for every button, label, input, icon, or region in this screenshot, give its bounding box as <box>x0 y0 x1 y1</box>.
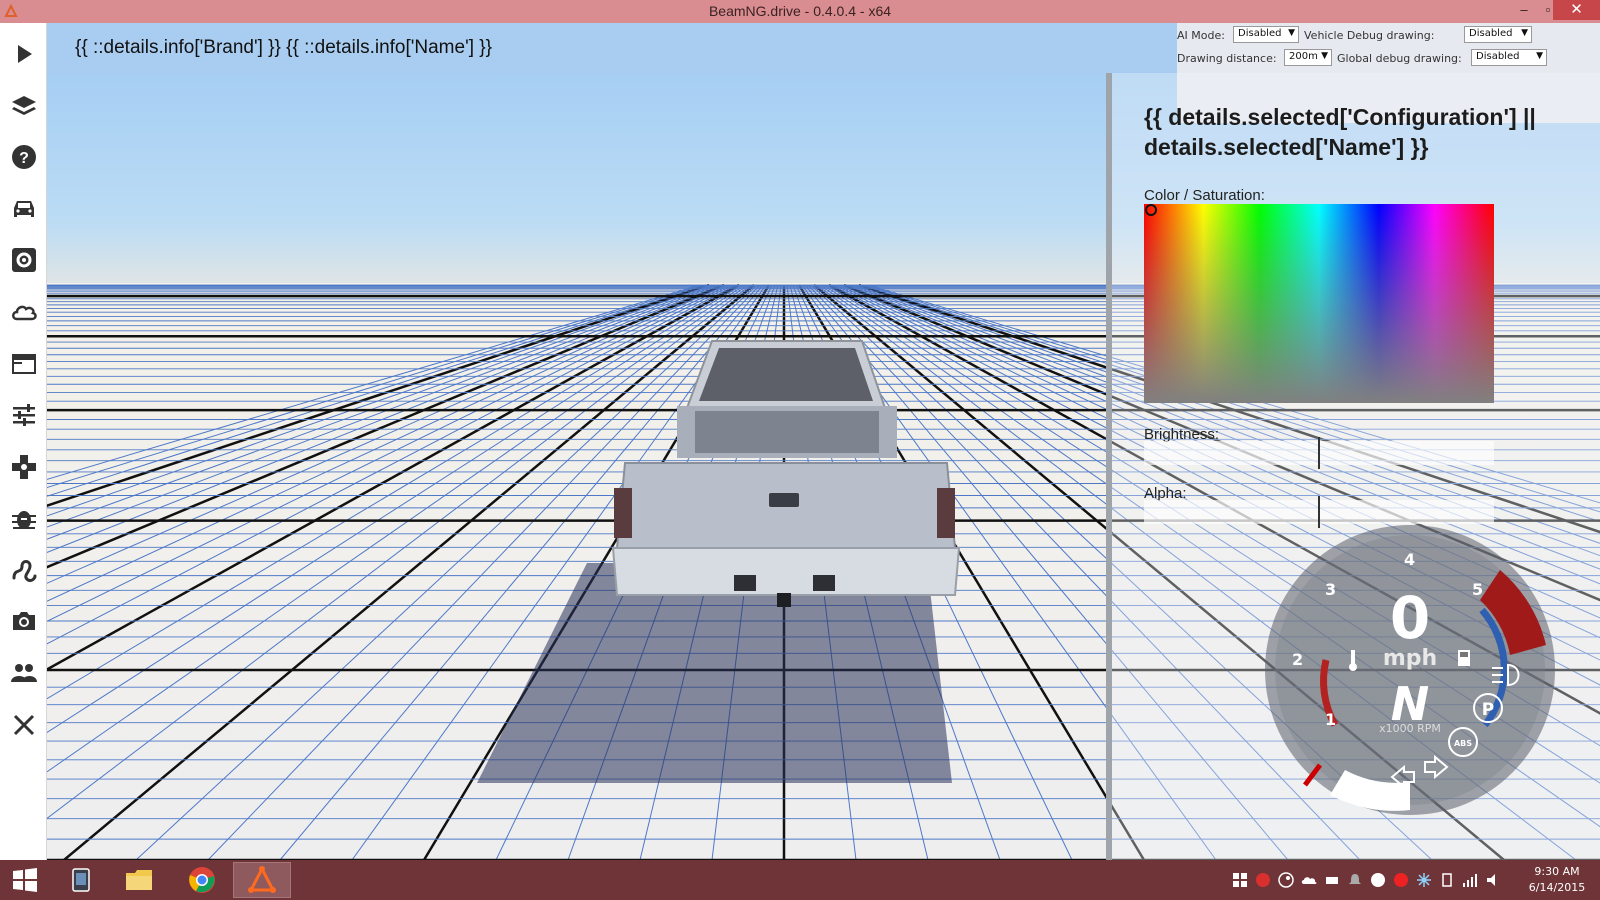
drawing-distance-value: 200m <box>1289 51 1318 62</box>
panel-resize-handle[interactable] <box>1106 73 1112 860</box>
taskbar-app-chrome[interactable] <box>173 862 231 898</box>
bug-icon[interactable] <box>8 502 39 533</box>
dropdown-arrow-icon: ▼ <box>1536 51 1543 61</box>
gauge-tick-label: 1 <box>1325 710 1336 729</box>
gauge-tick-label: 4 <box>1404 550 1415 569</box>
clock-time: 9:30 AM <box>1534 865 1580 878</box>
gauge-tick-label: 3 <box>1325 580 1336 599</box>
sync-icon[interactable] <box>1324 872 1340 888</box>
cloud-icon[interactable] <box>8 296 39 327</box>
dropdown-arrow-icon: ▼ <box>1288 28 1295 38</box>
color-picker-handle[interactable] <box>1145 204 1157 216</box>
abs-label: ABS <box>1454 739 1472 748</box>
car-icon[interactable] <box>8 193 39 224</box>
dropdown-arrow-icon: ▼ <box>1521 28 1528 38</box>
people-icon[interactable] <box>8 657 39 688</box>
layers-icon[interactable] <box>8 90 39 121</box>
color-saturation-label: Color / Saturation: <box>1144 187 1265 204</box>
play-icon[interactable] <box>8 38 39 69</box>
windows-start-button[interactable] <box>8 862 42 898</box>
sliders-icon[interactable] <box>8 399 39 430</box>
help-icon[interactable]: ? <box>8 141 39 172</box>
volume-icon[interactable] <box>1485 872 1501 888</box>
vehicle-debug-select[interactable]: Disabled ▼ <box>1464 26 1532 43</box>
gauge-tick-label: 2 <box>1292 650 1303 669</box>
vehicle-info-bar: {{ ::details.info['Brand'] }} {{ ::detai… <box>47 23 1177 73</box>
window-icon[interactable] <box>8 348 39 379</box>
gauge-tray-icon[interactable] <box>1370 872 1386 888</box>
color-saturation-picker[interactable] <box>1144 204 1494 403</box>
global-debug-label: Global debug drawing: <box>1337 52 1462 65</box>
minimize-button[interactable]: – <box>1512 0 1536 20</box>
taskbar-app-tablet[interactable] <box>52 862 110 898</box>
camera-icon[interactable] <box>8 605 39 636</box>
title-bar: BeamNG.drive - 0.4.0.4 - x64 – ▫ ✕ <box>0 0 1600 23</box>
global-debug-value: Disabled <box>1476 51 1520 62</box>
ai-mode-label: AI Mode: <box>1177 29 1225 42</box>
security-icon[interactable] <box>1393 872 1409 888</box>
snowflake-icon[interactable] <box>1416 872 1432 888</box>
vehicle-debug-value: Disabled <box>1469 28 1513 39</box>
steam-icon[interactable] <box>1278 872 1294 888</box>
file-explorer-icon <box>126 870 152 890</box>
brightness-slider[interactable] <box>1144 437 1494 469</box>
dropdown-arrow-icon: ▼ <box>1321 51 1328 61</box>
svg-text:?: ? <box>19 150 29 167</box>
beamng-icon <box>248 866 276 893</box>
parking-brake-label: P <box>1482 700 1494 720</box>
tablet-icon <box>72 868 90 892</box>
window-title: BeamNG.drive - 0.4.0.4 - x64 <box>708 3 892 19</box>
speedometer-gauge: 1 2 3 4 5 0 mph N x1000 RPM P ABS <box>1265 525 1555 815</box>
fuel-icon <box>1458 650 1470 666</box>
main-menu-sidebar: ? <box>0 23 47 860</box>
battery-icon[interactable] <box>1439 872 1455 888</box>
clock-date: 6/14/2015 <box>1528 881 1586 894</box>
windows-tray-icon[interactable] <box>1232 872 1248 888</box>
drawing-distance-label: Drawing distance: <box>1177 52 1277 65</box>
drawing-distance-select[interactable]: 200m ▼ <box>1284 49 1332 66</box>
close-window-button[interactable]: ✕ <box>1553 0 1600 20</box>
onedrive-icon[interactable] <box>1301 872 1317 888</box>
vehicle-debug-label: Vehicle Debug drawing: <box>1304 29 1435 42</box>
speed-unit: mph <box>1383 646 1437 671</box>
gamepad-icon[interactable] <box>8 451 39 482</box>
vehicle-name-heading: {{ ::details.info['Brand'] }} {{ ::detai… <box>75 37 492 58</box>
close-icon[interactable] <box>8 709 39 740</box>
ai-mode-select[interactable]: Disabled ▼ <box>1233 26 1299 43</box>
rpm-label: x1000 RPM <box>1379 722 1441 735</box>
gauge-tick-label: 5 <box>1472 580 1483 599</box>
network-signal-icon[interactable] <box>1462 872 1478 888</box>
taskbar-app-beamng[interactable] <box>233 862 291 898</box>
configuration-title: {{ details.selected['Configuration'] || … <box>1144 104 1536 160</box>
windows-logo-icon <box>13 868 37 892</box>
taskbar-clock[interactable]: 9:30 AM 6/14/2015 <box>1522 864 1592 896</box>
app-tray-icon[interactable] <box>1255 872 1271 888</box>
ai-mode-value: Disabled <box>1238 28 1282 39</box>
notification-bell-icon[interactable] <box>1347 872 1363 888</box>
global-debug-select[interactable]: Disabled ▼ <box>1471 49 1547 66</box>
taskbar-app-explorer[interactable] <box>110 862 168 898</box>
speed-readout: 0 <box>1390 584 1430 652</box>
chrome-icon <box>189 867 215 893</box>
gear-box-icon[interactable] <box>8 244 39 275</box>
brightness-slider-thumb[interactable] <box>1318 437 1320 469</box>
path-icon[interactable] <box>8 554 39 585</box>
